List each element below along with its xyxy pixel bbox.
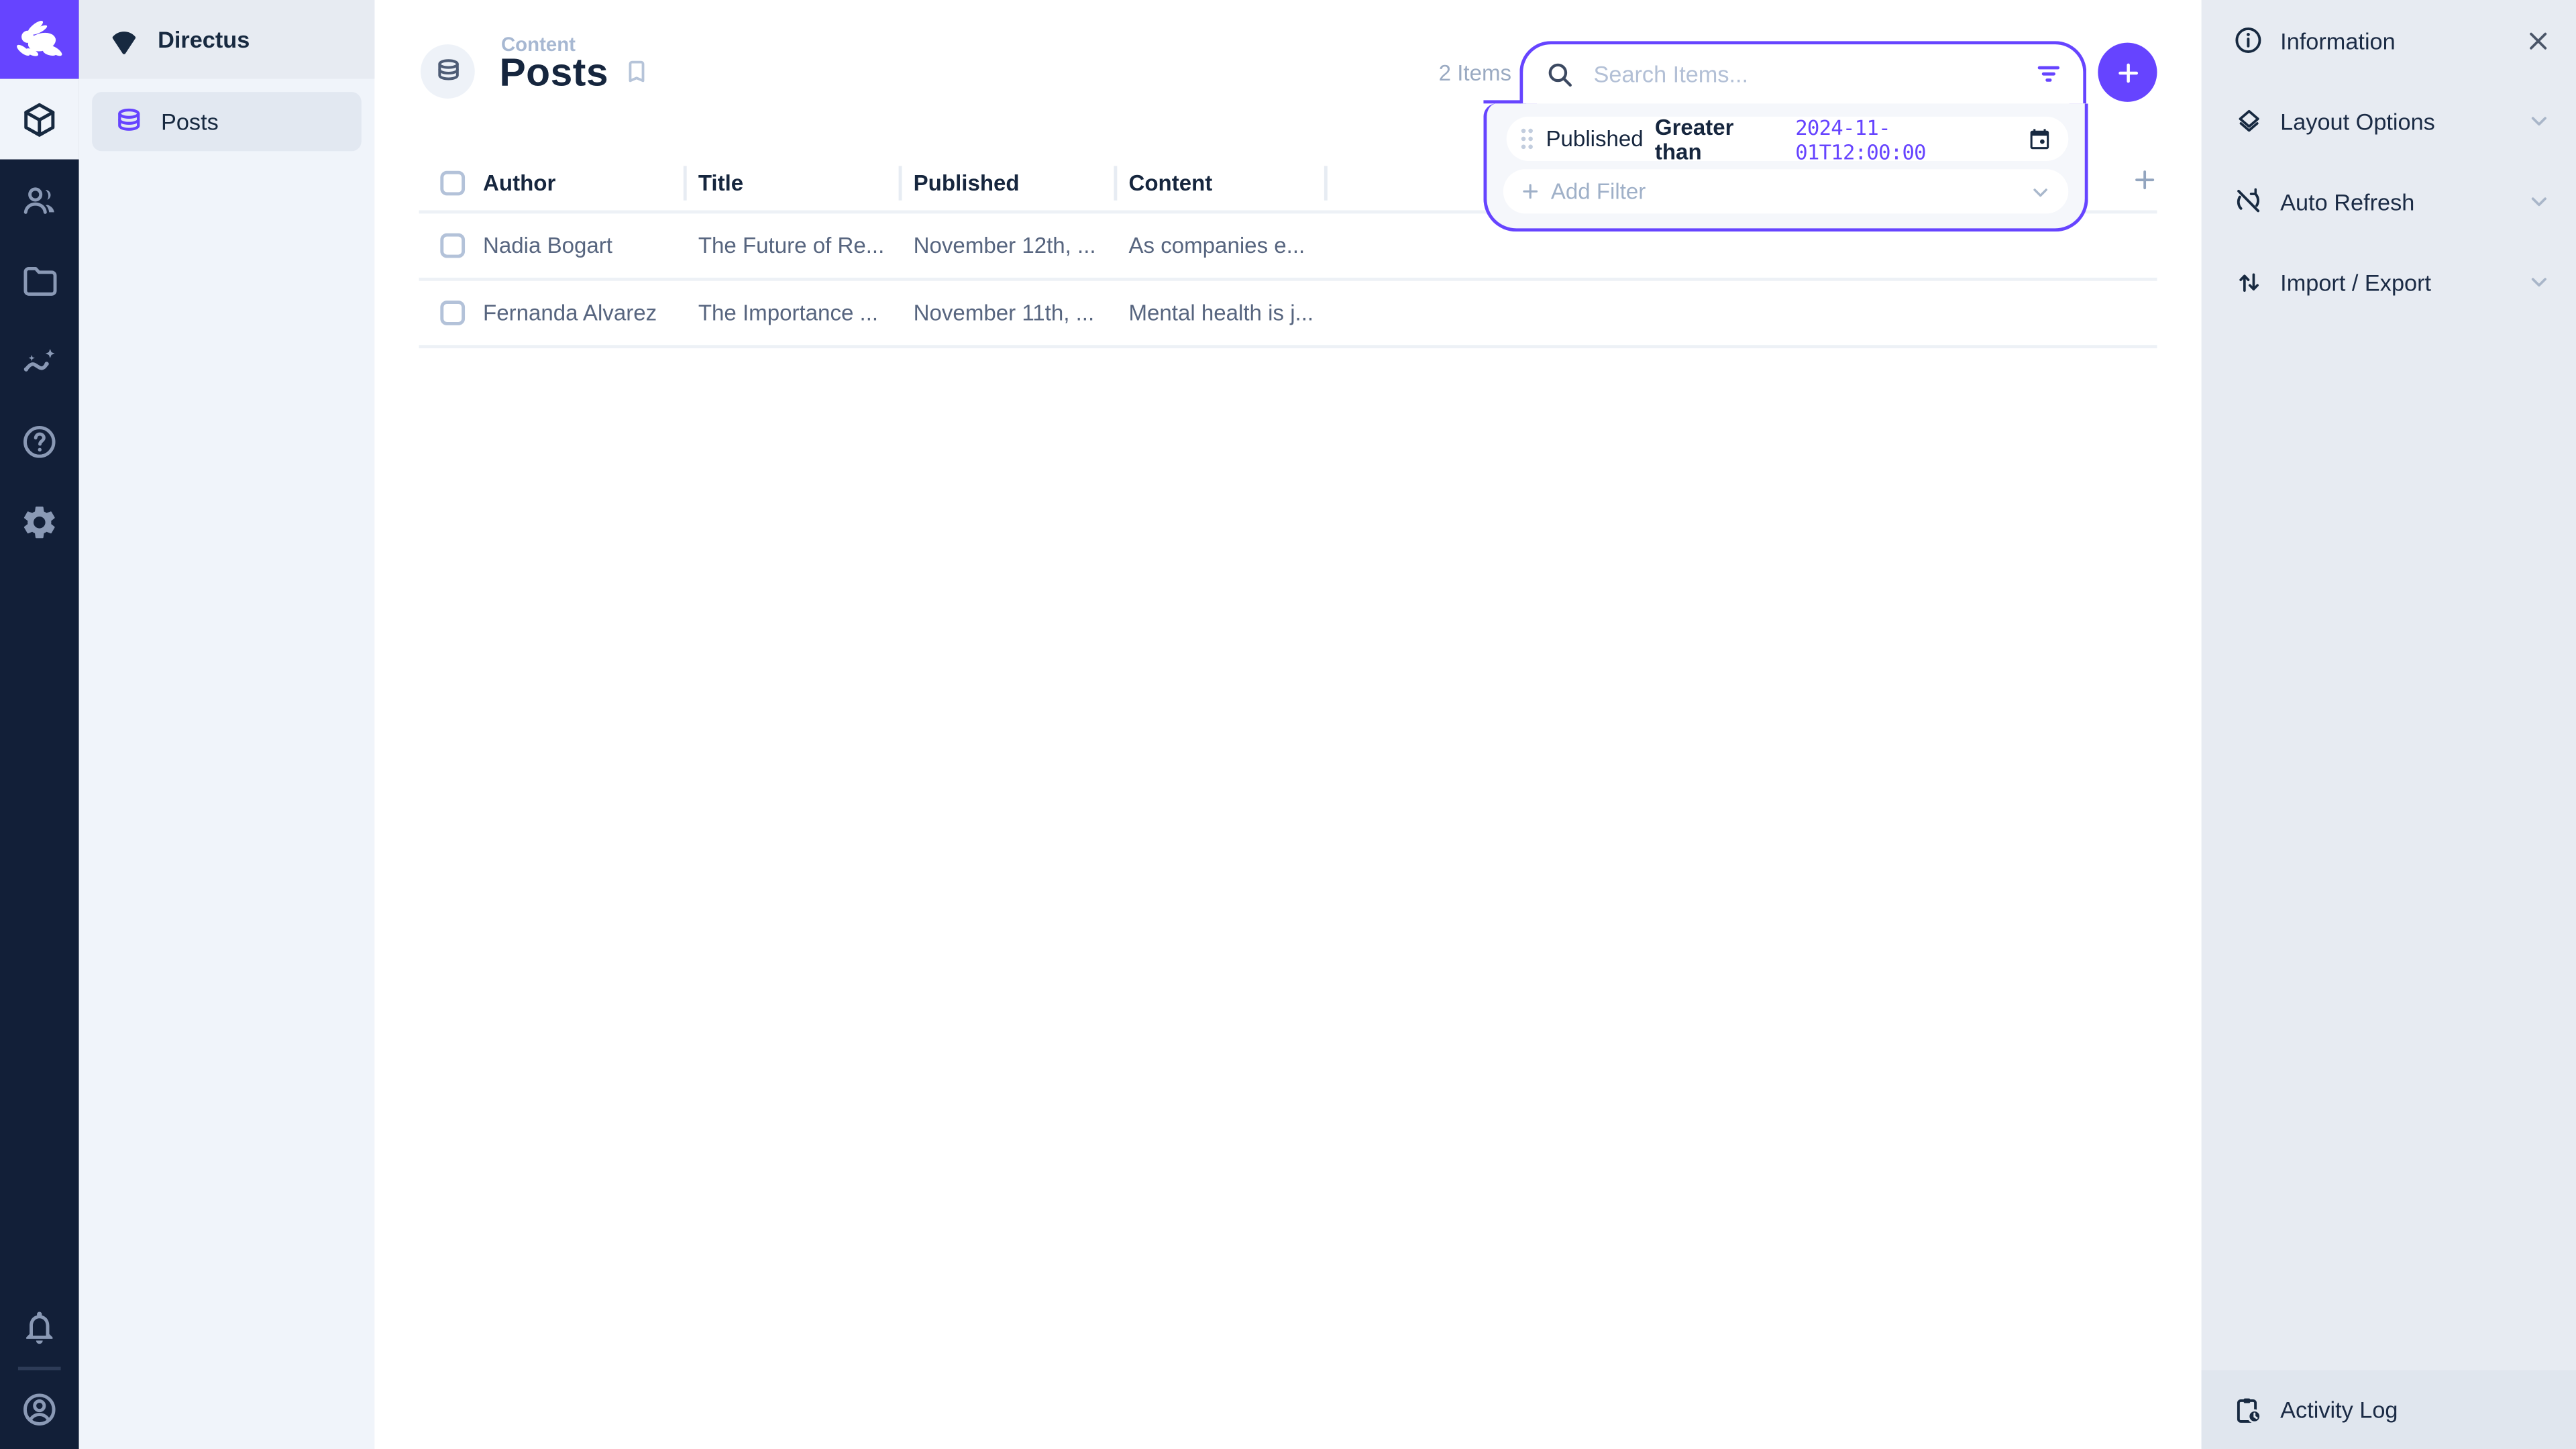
nav-sidebar: Directus Posts xyxy=(79,0,375,1449)
sidebar-section-information[interactable]: Information xyxy=(2202,0,2576,80)
module-users[interactable] xyxy=(0,160,79,240)
people-icon xyxy=(19,180,59,219)
swap-vert-icon xyxy=(2231,267,2265,297)
chevron-down-icon[interactable] xyxy=(2527,241,2552,322)
page-title: Posts xyxy=(499,51,608,97)
layers-icon xyxy=(2231,106,2265,136)
add-item-button[interactable] xyxy=(2098,43,2157,102)
directus-logo-button[interactable] xyxy=(0,0,79,79)
module-help[interactable] xyxy=(0,401,79,482)
items-count: 2 Items xyxy=(1344,61,1511,86)
chevron-down-icon[interactable] xyxy=(2527,161,2552,241)
table-row[interactable]: Fernanda Alvarez The Importance ... Nove… xyxy=(419,281,2157,348)
filter-rule[interactable]: Published Greater than 2024-11-01T12:00:… xyxy=(1507,117,2069,161)
column-header-author[interactable]: Author xyxy=(483,156,698,211)
activity-log-button[interactable]: Activity Log xyxy=(2202,1370,2576,1449)
sidebar-section-auto-refresh[interactable]: Auto Refresh xyxy=(2202,161,2576,241)
directus-rabbit-icon xyxy=(11,11,67,67)
account-button[interactable] xyxy=(0,1370,79,1449)
project-fan-icon xyxy=(107,22,141,56)
notifications-button[interactable] xyxy=(0,1287,79,1367)
project-name: Directus xyxy=(158,26,250,52)
cell-title: The Importance ... xyxy=(698,301,914,325)
module-content[interactable] xyxy=(0,79,79,160)
cell-published: November 11th, ... xyxy=(914,301,1129,325)
filter-value[interactable]: 2024-11-01T12:00:00 xyxy=(1795,114,2016,163)
sidebar-section-label: Import / Export xyxy=(2280,268,2431,294)
search-box xyxy=(1519,41,2086,103)
info-icon xyxy=(2231,25,2265,56)
drag-handle-icon[interactable] xyxy=(1519,127,1534,152)
filter-panel: Published Greater than 2024-11-01T12:00:… xyxy=(1483,103,2088,231)
directus-app: Directus Posts Content xyxy=(0,0,2576,1449)
sync-disabled-icon xyxy=(2231,186,2265,217)
add-filter-label: Add Filter xyxy=(1551,179,1646,204)
cell-content: Mental health is j... xyxy=(1128,301,1338,325)
cell-published: November 12th, ... xyxy=(914,233,1129,258)
nav-item-label: Posts xyxy=(161,109,219,135)
add-field-button[interactable] xyxy=(2131,166,2159,194)
nav-item-posts[interactable]: Posts xyxy=(92,92,362,151)
sidebar-section-layout-options[interactable]: Layout Options xyxy=(2202,80,2576,161)
column-header-title[interactable]: Title xyxy=(698,156,914,211)
activity-log-label: Activity Log xyxy=(2280,1397,2398,1423)
right-sidebar: Information Layout Options xyxy=(2202,0,2576,1449)
bookmark-icon[interactable] xyxy=(623,58,651,94)
cube-icon xyxy=(19,99,59,139)
sidebar-section-label: Information xyxy=(2280,27,2396,53)
column-header-published[interactable]: Published xyxy=(914,156,1129,211)
cell-content: As companies e... xyxy=(1128,233,1338,258)
search-input[interactable] xyxy=(1591,59,2019,89)
filter-icon[interactable] xyxy=(2034,59,2063,89)
clipboard-clock-icon xyxy=(2231,1394,2265,1426)
cell-author: Nadia Bogart xyxy=(483,233,698,258)
calendar-icon[interactable] xyxy=(2027,127,2052,152)
chart-sparkle-icon xyxy=(19,341,59,380)
row-checkbox[interactable] xyxy=(440,301,465,325)
filter-operator[interactable]: Greater than xyxy=(1655,114,1784,163)
cell-title: The Future of Re... xyxy=(698,233,914,258)
help-circle-icon xyxy=(19,421,59,461)
sidebar-section-import-export[interactable]: Import / Export xyxy=(2202,241,2576,322)
folder-icon xyxy=(19,260,59,300)
close-icon[interactable] xyxy=(2525,0,2551,80)
row-checkbox[interactable] xyxy=(440,233,465,258)
column-header-content[interactable]: Content xyxy=(1128,156,1338,211)
add-filter-button[interactable]: Add Filter xyxy=(1503,169,2068,213)
bell-icon xyxy=(19,1307,59,1346)
chevron-down-icon[interactable] xyxy=(2527,80,2552,161)
search-icon xyxy=(1544,58,1576,90)
select-all-checkbox[interactable] xyxy=(440,171,465,196)
chevron-down-icon[interactable] xyxy=(2029,180,2051,203)
sidebar-section-label: Auto Refresh xyxy=(2280,188,2414,214)
database-icon xyxy=(113,106,145,138)
module-insights[interactable] xyxy=(0,321,79,401)
module-bar-spacer xyxy=(0,562,79,1287)
filter-field[interactable]: Published xyxy=(1546,127,1643,152)
module-bar xyxy=(0,0,79,1449)
sidebar-section-label: Layout Options xyxy=(2280,107,2435,133)
database-icon xyxy=(433,56,462,86)
cell-author: Fernanda Alvarez xyxy=(483,301,698,325)
project-switcher[interactable]: Directus xyxy=(79,0,375,79)
main-content: Content Posts 2 Items xyxy=(374,0,2201,1449)
plus-icon xyxy=(2114,58,2142,87)
module-files[interactable] xyxy=(0,240,79,321)
collection-icon-button[interactable] xyxy=(421,44,475,99)
module-settings[interactable] xyxy=(0,482,79,562)
account-circle-icon xyxy=(19,1390,59,1430)
gear-icon xyxy=(19,502,59,541)
plus-icon xyxy=(1519,180,1541,202)
